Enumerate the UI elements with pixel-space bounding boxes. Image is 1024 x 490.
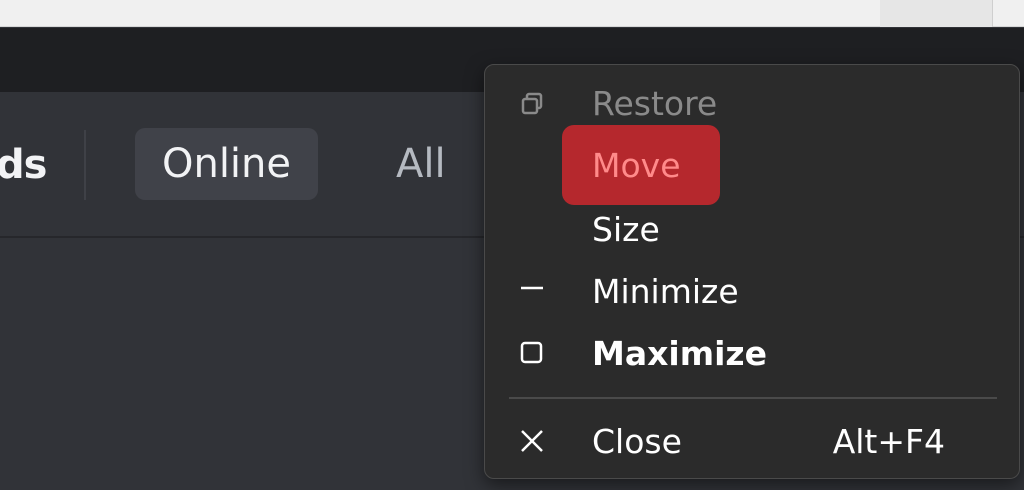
menu-separator [509,397,997,399]
menu-item-label: Size [592,210,660,249]
minimize-icon [518,278,546,306]
tab-online[interactable]: Online [135,128,318,200]
top-bar-tab-area [880,0,992,27]
restore-icon [518,90,546,118]
maximize-icon [518,340,546,368]
header-divider [84,130,86,200]
menu-item-minimize[interactable]: Minimize [485,261,1019,323]
menu-item-label: Maximize [592,334,767,373]
browser-top-bar [0,0,1024,27]
menu-item-maximize[interactable]: Maximize [485,323,1019,385]
menu-item-close[interactable]: Close Alt+F4 [485,411,1019,473]
tab-all[interactable]: All [396,128,446,200]
top-bar-divider [992,0,993,27]
friends-title: ds [0,142,47,188]
menu-item-restore[interactable]: Restore [485,73,1019,135]
menu-item-size[interactable]: Size [485,199,1019,261]
menu-item-move[interactable]: Move [485,135,1019,197]
menu-item-label: Restore [592,84,718,123]
menu-item-label: Minimize [592,272,739,311]
menu-item-label: Move [592,146,681,185]
close-icon [518,428,546,456]
window-system-menu: Restore Move Size Minimize Maximize Clos… [484,64,1020,479]
menu-item-label: Close [592,422,682,461]
close-shortcut: Alt+F4 [832,422,945,461]
